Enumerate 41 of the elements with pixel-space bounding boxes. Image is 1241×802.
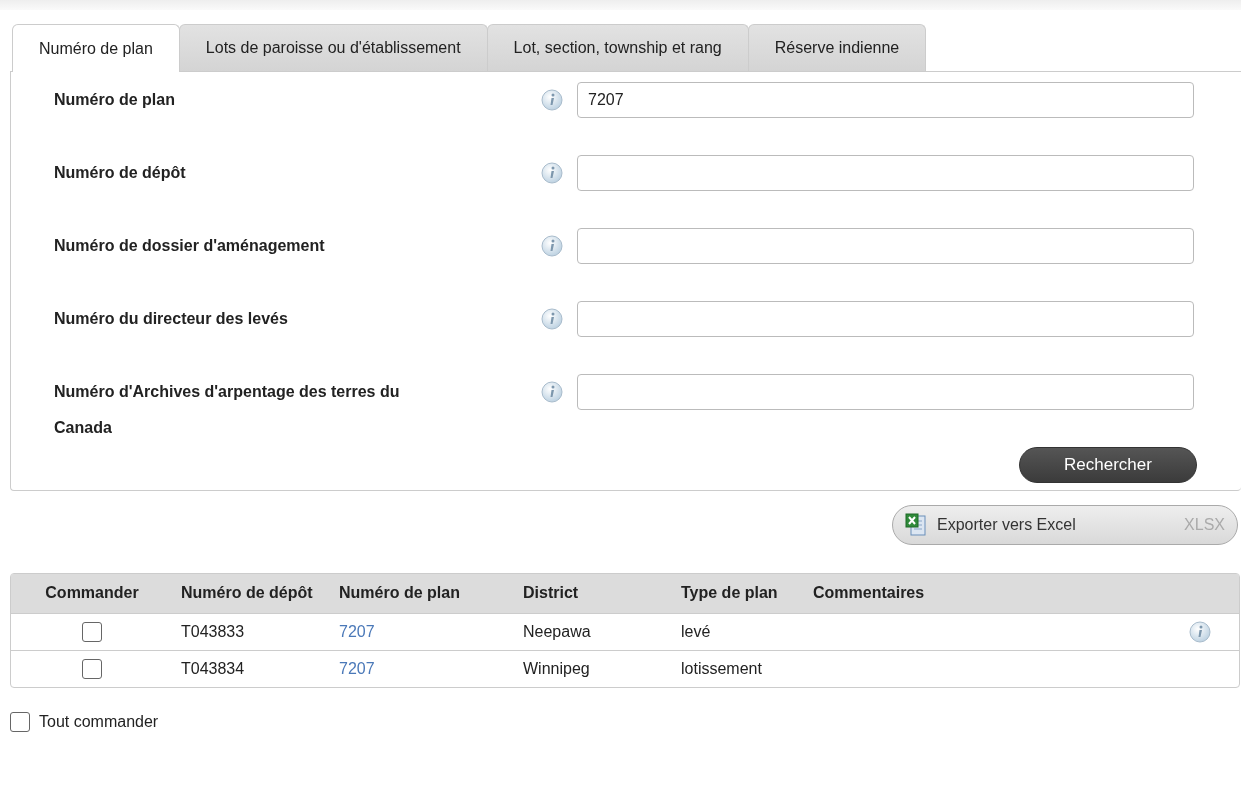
export-button[interactable]: Exporter vers Excel XLSX <box>892 505 1238 545</box>
field-label: Numéro de dossier d'aménagement <box>54 236 326 256</box>
search-button[interactable]: Rechercher <box>1019 447 1197 483</box>
info-icon[interactable] <box>541 162 563 184</box>
info-icon[interactable] <box>541 381 563 403</box>
column-header: Numéro de plan <box>331 574 515 614</box>
input-field[interactable] <box>577 155 1194 191</box>
column-header: District <box>515 574 673 614</box>
field-label: Numéro de plan <box>54 90 176 110</box>
checkbox[interactable] <box>82 622 102 642</box>
table-cell: Neepawa <box>523 623 591 640</box>
tab[interactable]: Réserve indienne <box>747 24 927 71</box>
table-cell: T043833 <box>181 623 245 640</box>
column-header: Numéro de dépôt <box>173 574 331 614</box>
column-header: Commentaires <box>805 574 941 614</box>
input-field[interactable] <box>577 228 1194 264</box>
plan-link[interactable]: 7207 <box>339 623 375 640</box>
info-icon[interactable] <box>541 89 563 111</box>
column-header: Commander <box>11 574 173 614</box>
checkbox-label: Tout commander <box>39 713 159 731</box>
tab[interactable]: Lots de paroisse ou d'établissement <box>178 24 488 71</box>
field-label: Numéro d'Archives d'arpentage des terres du Canada <box>54 382 401 438</box>
checkbox[interactable] <box>82 659 102 679</box>
tab[interactable]: Numéro de plan <box>12 24 180 72</box>
plan-link[interactable]: 7207 <box>339 660 375 677</box>
field-label: Numéro de dépôt <box>54 163 187 183</box>
input-field[interactable] <box>577 374 1194 410</box>
input-field[interactable]: 7207 <box>577 82 1194 118</box>
table-cell: T043834 <box>181 660 245 677</box>
info-icon[interactable] <box>541 308 563 330</box>
info-icon[interactable] <box>1189 621 1211 643</box>
table-cell: Winnipeg <box>523 660 590 677</box>
column-header: Type de plan <box>673 574 805 614</box>
table-cell: levé <box>681 623 711 640</box>
spreadsheet-icon <box>905 513 927 537</box>
info-icon[interactable] <box>541 235 563 257</box>
table-cell: lotissement <box>681 660 762 677</box>
checkbox[interactable] <box>10 712 30 732</box>
tab[interactable]: Lot, section, township et rang <box>486 24 749 71</box>
field-label: Numéro du directeur des levés <box>54 309 289 329</box>
input-field[interactable] <box>577 301 1194 337</box>
